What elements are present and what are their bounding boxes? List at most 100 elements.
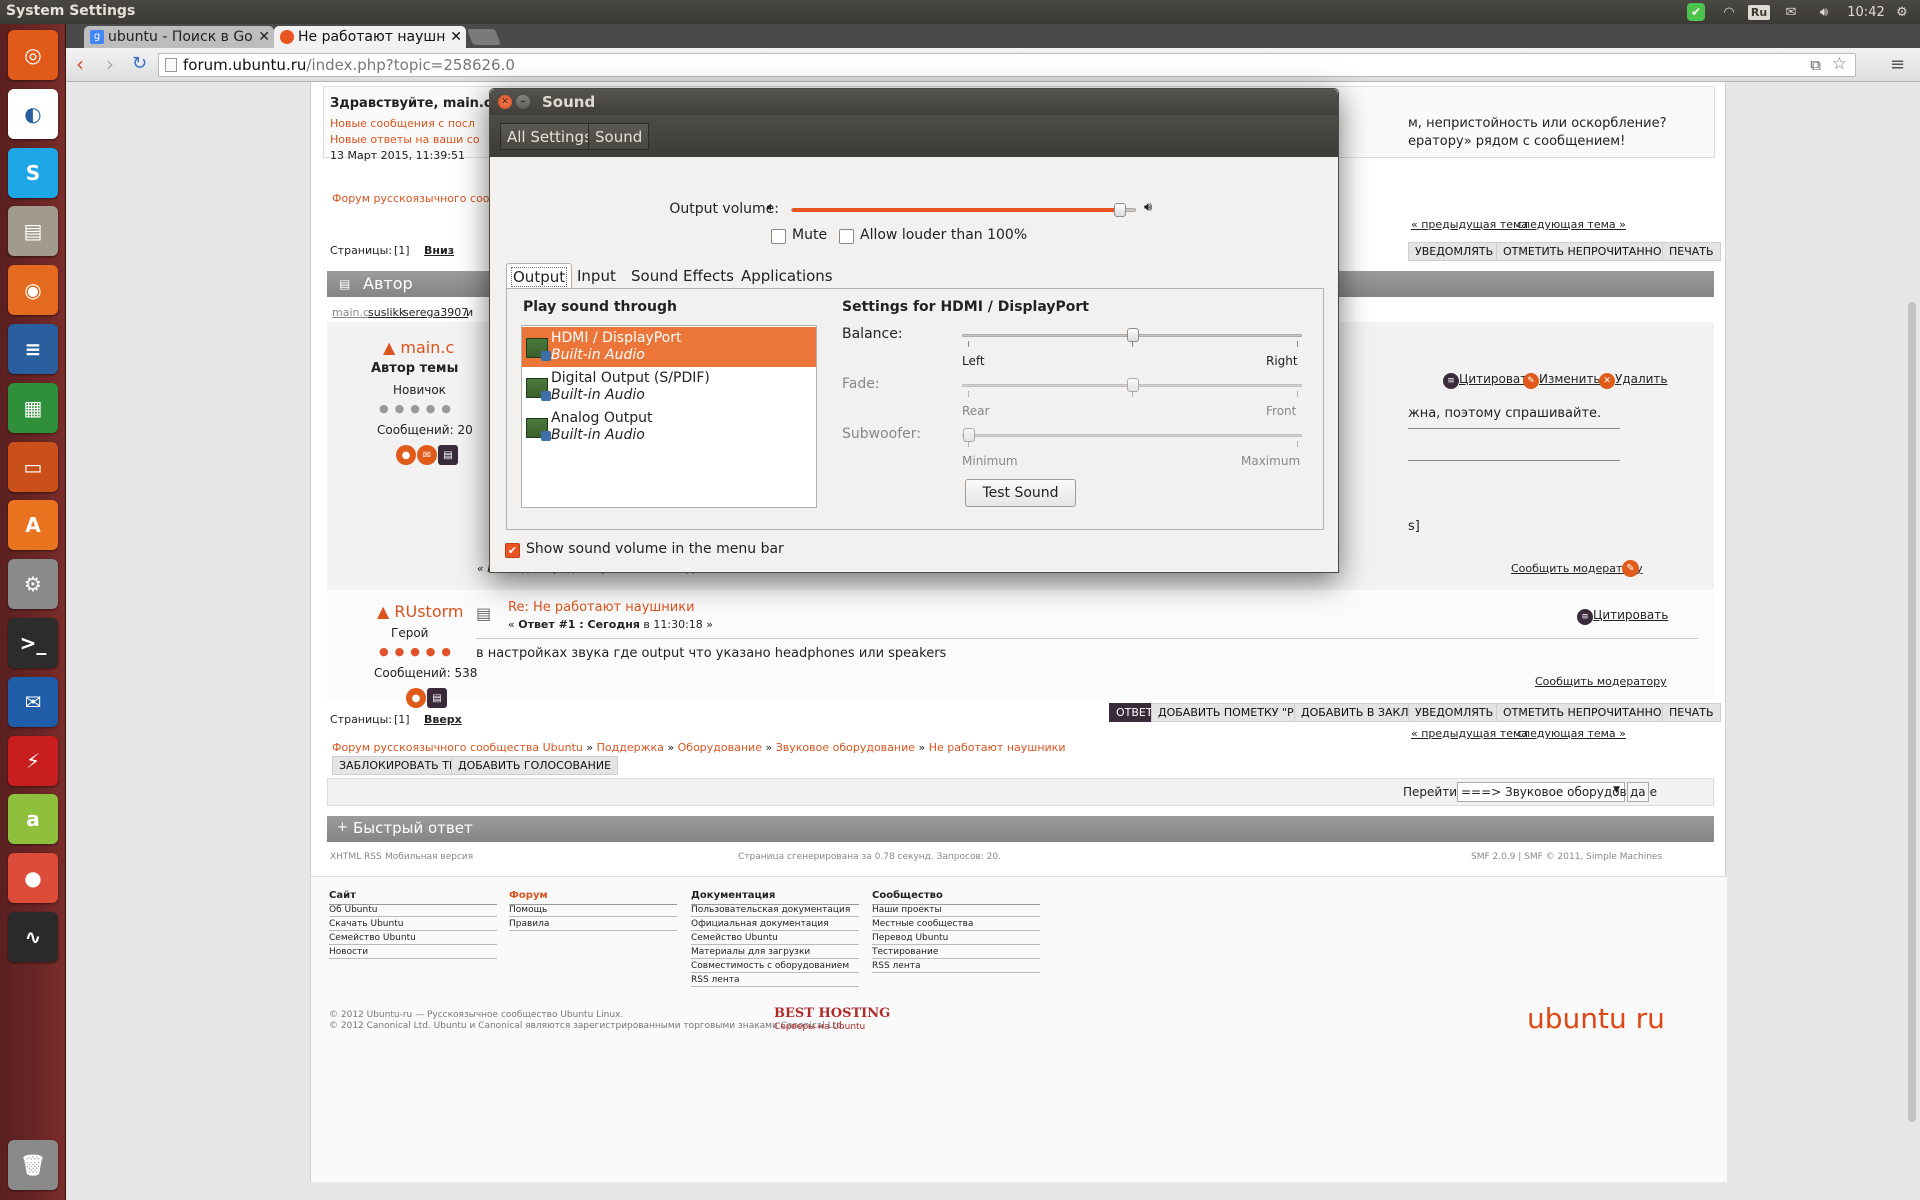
breadcrumb-item[interactable]: Не работают наушники — [929, 741, 1066, 754]
next-topic-link[interactable]: следующая тема » — [1517, 218, 1626, 231]
pm-icon[interactable]: ▤ — [427, 688, 447, 708]
report-link[interactable]: Сообщить модератору — [1535, 675, 1667, 688]
quote-link[interactable]: ≡ Цитировать — [1443, 372, 1534, 389]
footer-link[interactable]: Совместимость с оборудованием — [691, 961, 859, 973]
footer-link[interactable]: RSS лента — [691, 975, 859, 987]
tab-close-icon[interactable]: ✕ — [258, 29, 270, 45]
browser-tab-forum[interactable]: Не работают наушн ✕ — [274, 26, 466, 48]
balance-slider-knob[interactable] — [1127, 328, 1139, 342]
report-icon[interactable]: ✎ — [1622, 560, 1639, 577]
system-monitor-icon[interactable]: ∿ — [8, 912, 58, 962]
footer-link[interactable]: Правила — [509, 919, 677, 931]
android-studio-icon[interactable]: a — [8, 794, 58, 845]
menu-icon[interactable]: ≡ — [1890, 54, 1905, 75]
test-sound-button[interactable]: Test Sound — [965, 479, 1076, 507]
minimize-icon[interactable]: – — [516, 95, 530, 109]
pm-icon[interactable]: ▤ — [438, 445, 458, 465]
bookmark-star-icon[interactable]: ☆ — [1832, 54, 1847, 74]
mark-unread-button[interactable]: ОТМЕТИТЬ НЕПРОЧИТАННОЙ — [1496, 703, 1677, 722]
clock[interactable]: 10:42 — [1846, 2, 1886, 22]
viewer-link[interactable]: main.c — [332, 306, 369, 319]
mark-unread-button[interactable]: ОТМЕТИТЬ НЕПРОЧИТАННОЙ — [1496, 242, 1677, 261]
footer-link[interactable]: Тестирование — [872, 947, 1040, 959]
impress-icon[interactable]: ▭ — [8, 441, 58, 492]
next-topic-link[interactable]: следующая тема » — [1517, 727, 1626, 740]
quote-link[interactable]: ≡ Цитировать — [1577, 608, 1668, 625]
notify-button[interactable]: УВЕДОМЛЯТЬ — [1408, 242, 1501, 261]
tab-close-icon[interactable]: ✕ — [450, 29, 462, 45]
profile-icon[interactable]: ● — [406, 688, 426, 708]
reload-icon[interactable]: ↻ — [132, 53, 147, 74]
forward-icon[interactable]: › — [106, 52, 114, 76]
trash-icon[interactable]: 🗑 — [8, 1140, 58, 1190]
down-link[interactable]: Вниз — [424, 244, 454, 257]
device-row-analog[interactable]: Analog Output Built-in Audio — [522, 407, 816, 447]
footer-link[interactable]: Помощь — [509, 905, 677, 917]
allow-louder-checkbox[interactable] — [839, 229, 854, 244]
jump-select[interactable]: ===> Звуковое оборудование ▼ — [1457, 782, 1657, 802]
footer-col-title[interactable]: Форум — [509, 890, 548, 901]
thunderbird-icon[interactable]: ✉ — [8, 676, 58, 727]
footer-link[interactable]: Новости — [329, 947, 497, 959]
output-volume-slider[interactable] — [791, 203, 1136, 217]
new-replies-link[interactable]: Новые ответы на ваши со — [330, 133, 480, 146]
address-bar[interactable]: forum.ubuntu.ru/index.php?topic=258626.0… — [158, 53, 1856, 77]
footer-col-title[interactable]: Сайт — [329, 890, 356, 901]
ubuntu-ru-logo[interactable]: ubuntu ru — [1527, 1002, 1665, 1035]
show-in-menu-checkbox[interactable]: ✔ — [505, 543, 520, 558]
breadcrumb-item[interactable]: Звуковое оборудование — [776, 741, 915, 754]
quick-reply-bar[interactable]: + Быстрый ответ — [327, 816, 1714, 842]
volume-slider-knob[interactable] — [1113, 203, 1126, 217]
tab-output[interactable]: Output — [506, 263, 573, 289]
xhtml-link[interactable]: XHTML — [330, 852, 361, 862]
footer-link[interactable]: RSS лента — [872, 961, 1040, 973]
writer-icon[interactable]: ≡ — [8, 324, 58, 374]
print-button[interactable]: ПЕЧАТЬ — [1662, 703, 1721, 722]
wifi-icon[interactable]: ◠ — [1716, 2, 1742, 22]
footer-link[interactable]: Официальная документация — [691, 919, 859, 931]
mobile-link[interactable]: Мобильная версия — [385, 852, 473, 862]
mail-icon[interactable]: ✉ — [1780, 2, 1802, 22]
footer-link[interactable]: Пользовательская документация — [691, 905, 859, 917]
post-author[interactable]: ▲ main.c — [383, 338, 454, 357]
app-red-icon[interactable]: ⚡ — [8, 735, 58, 786]
browser-tab-google[interactable]: g ubuntu - Поиск в Go ✕ — [84, 26, 274, 48]
update-indicator-icon[interactable]: ✔ — [1686, 2, 1706, 22]
footer-link[interactable]: Материалы для загрузки — [691, 947, 859, 959]
file-manager-icon[interactable]: ▤ — [8, 206, 58, 257]
sound-breadcrumb-button[interactable]: Sound — [588, 123, 650, 150]
new-messages-link[interactable]: Новые сообщения с посл — [330, 117, 475, 130]
post-title-link[interactable]: Re: Не работают наушники — [508, 600, 695, 615]
calc-icon[interactable]: ▦ — [8, 382, 58, 433]
jump-go-button[interactable]: да — [1627, 782, 1649, 802]
breadcrumb-item[interactable]: Форум русскоязычного сообщества Ubuntu — [332, 741, 583, 754]
prev-topic-link[interactable]: « предыдущая тема — [1411, 727, 1528, 740]
hosting-logo[interactable]: BEST HOSTING — [774, 1006, 890, 1021]
system-settings-icon[interactable]: ⚙ — [8, 559, 58, 610]
breadcrumb-item[interactable]: Оборудование — [678, 741, 762, 754]
viewer-link[interactable]: suslikk — [368, 306, 405, 319]
delete-link[interactable]: ✕ Удалить — [1599, 372, 1668, 389]
footer-link[interactable]: Семейство Ubuntu — [329, 933, 497, 945]
rss-link[interactable]: RSS — [364, 852, 382, 862]
footer-link[interactable]: Скачать Ubuntu — [329, 919, 497, 931]
print-button[interactable]: ПЕЧАТЬ — [1662, 242, 1721, 261]
firefox-icon[interactable]: ◉ — [8, 265, 58, 316]
add-poll-button[interactable]: ДОБАВИТЬ ГОЛОСОВАНИЕ — [451, 756, 619, 775]
mysql-workbench-icon[interactable]: ◐ — [8, 88, 58, 139]
email-icon[interactable]: ✉ — [417, 445, 437, 465]
profile-icon[interactable]: ● — [396, 445, 416, 465]
device-row-spdif[interactable]: Digital Output (S/PDIF) Built-in Audio — [522, 367, 816, 407]
footer-col-title[interactable]: Сообщество — [872, 890, 943, 901]
back-icon[interactable]: ‹ — [76, 52, 84, 76]
viewer-link[interactable]: serega3907 — [403, 306, 468, 319]
balance-slider[interactable] — [962, 328, 1302, 342]
tab-applications[interactable]: Applications — [736, 263, 838, 289]
footer-link[interactable]: Местные сообщества — [872, 919, 1040, 931]
mute-checkbox[interactable] — [771, 229, 786, 244]
all-settings-button[interactable]: All Settings — [500, 123, 599, 150]
footer-link[interactable]: Перевод Ubuntu — [872, 933, 1040, 945]
new-tab-button[interactable] — [467, 29, 501, 45]
keyboard-layout-indicator[interactable]: Ru — [1747, 2, 1771, 22]
breadcrumb-top[interactable]: Форум русскоязычного соо — [332, 192, 490, 205]
